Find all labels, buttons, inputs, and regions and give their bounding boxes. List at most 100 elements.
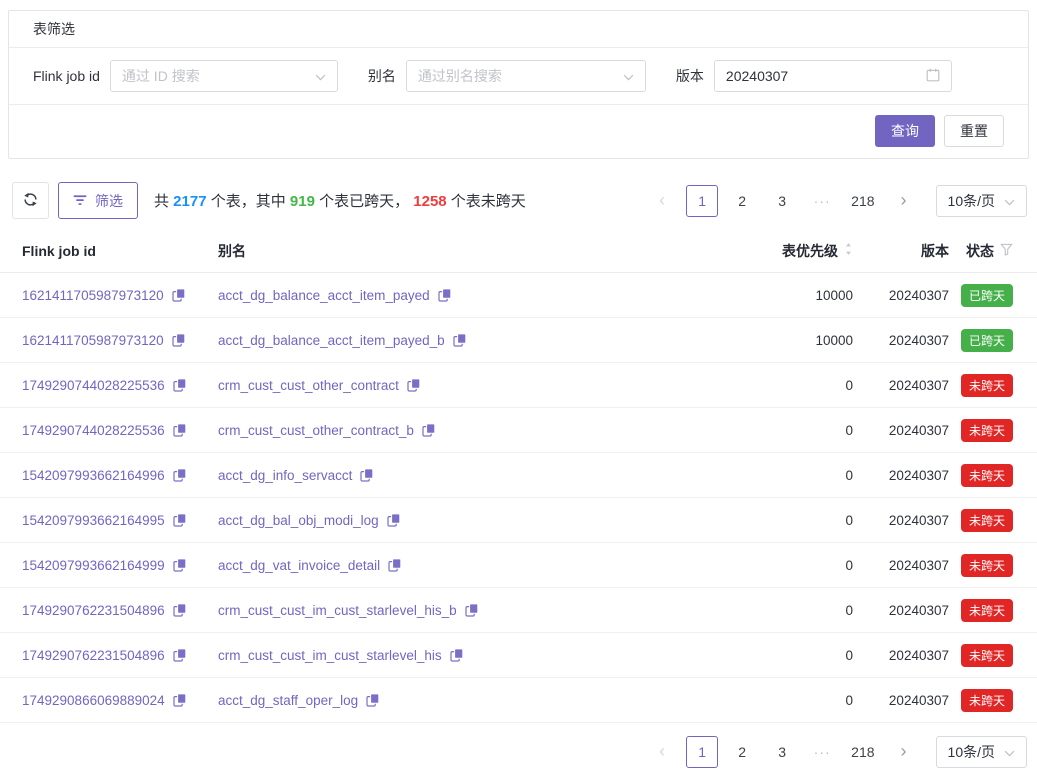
version-value: 20240307 (853, 603, 949, 618)
toolbar: 筛选 共 2177 个表，其中 919 个表已跨天， 1258 个表未跨天 ‹1… (12, 182, 1027, 219)
alias-link[interactable]: acct_dg_balance_acct_item_payed_b (218, 333, 445, 348)
filter-actions-row: 查询 重置 (9, 104, 1028, 158)
pagination-top: ‹123···218 › 10条/页 (646, 185, 1027, 217)
sort-carets-icon[interactable] (844, 242, 853, 259)
status-badge: 已跨天 (961, 284, 1013, 307)
job-id-placeholder: 通过 ID 搜索 (122, 66, 200, 86)
alias-link[interactable]: acct_dg_vat_invoice_detail (218, 558, 380, 573)
alias-link[interactable]: crm_cust_cust_other_contract (218, 378, 399, 393)
table-body: 1621411705987973120 acct_dg_balance_acct… (0, 273, 1037, 723)
page-size-select[interactable]: 10条/页 (936, 185, 1027, 217)
pagination-prev[interactable]: ‹ (646, 736, 678, 768)
pagination-ellipsis[interactable]: ··· (806, 736, 838, 768)
priority-value: 0 (707, 468, 853, 483)
summary-segment: 个表已跨天， (315, 193, 413, 210)
pagination-next[interactable]: › (888, 736, 920, 768)
copy-icon[interactable] (388, 558, 402, 572)
priority-value: 0 (707, 378, 853, 393)
pagination-page-218[interactable]: 218 (846, 185, 879, 217)
job-id-link[interactable]: 1542097993662164996 (22, 468, 165, 483)
page-size-select[interactable]: 10条/页 (936, 736, 1027, 768)
version-date-input[interactable]: 20240307 (714, 60, 952, 92)
pagination-prev[interactable]: ‹ (646, 185, 678, 217)
copy-icon[interactable] (173, 423, 187, 437)
copy-icon[interactable] (173, 693, 187, 707)
alias-link[interactable]: acct_dg_staff_oper_log (218, 693, 358, 708)
job-id-link[interactable]: 1749290744028225536 (22, 378, 165, 393)
version-value: 20240307 (853, 468, 949, 483)
alias-link[interactable]: acct_dg_balance_acct_item_payed (218, 288, 430, 303)
chevron-down-icon (315, 68, 326, 84)
copy-icon[interactable] (172, 288, 186, 302)
copy-icon[interactable] (360, 468, 374, 482)
table-row: 1621411705987973120 acct_dg_balance_acct… (0, 318, 1037, 363)
column-header-status-label: 状态 (966, 241, 994, 261)
copy-icon[interactable] (173, 558, 187, 572)
pagination-page-1[interactable]: 1 (686, 185, 718, 217)
copy-icon[interactable] (438, 288, 452, 302)
priority-value: 0 (707, 603, 853, 618)
pagination-page-3[interactable]: 3 (766, 185, 798, 217)
table-row: 1542097993662164999 acct_dg_vat_invoice_… (0, 543, 1037, 588)
job-id-select[interactable]: 通过 ID 搜索 (110, 60, 338, 92)
pagination-page-2[interactable]: 2 (726, 185, 758, 217)
alias-placeholder: 通过别名搜索 (418, 66, 502, 86)
table-row: 1749290762231504896 crm_cust_cust_im_cus… (0, 633, 1037, 678)
refresh-button[interactable] (12, 182, 49, 219)
status-badge: 未跨天 (961, 644, 1013, 667)
job-id-link[interactable]: 1749290762231504896 (22, 603, 165, 618)
pagination-ellipsis[interactable]: ··· (806, 185, 838, 217)
pagination-page-1[interactable]: 1 (686, 736, 718, 768)
version-value: 20240307 (853, 513, 949, 528)
alias-link[interactable]: crm_cust_cust_other_contract_b (218, 423, 414, 438)
alias-select[interactable]: 通过别名搜索 (406, 60, 646, 92)
filter-button-label: 筛选 (95, 191, 123, 211)
job-id-link[interactable]: 1749290866069889024 (22, 693, 165, 708)
priority-value: 0 (707, 558, 853, 573)
copy-icon[interactable] (387, 513, 401, 527)
version-label: 版本 (676, 66, 704, 86)
copy-icon[interactable] (173, 648, 187, 662)
status-badge: 未跨天 (961, 374, 1013, 397)
priority-value: 10000 (707, 288, 853, 303)
reset-button[interactable]: 重置 (944, 115, 1004, 147)
column-header-job-id: Flink job id (22, 243, 218, 259)
alias-link[interactable]: acct_dg_info_servacct (218, 468, 352, 483)
copy-icon[interactable] (172, 333, 186, 347)
copy-icon[interactable] (173, 513, 187, 527)
pagination-page-218[interactable]: 218 (846, 736, 879, 768)
copy-icon[interactable] (465, 603, 479, 617)
summary-segment: 共 (154, 193, 173, 210)
job-id-label: Flink job id (33, 68, 100, 84)
alias-link[interactable]: acct_dg_bal_obj_modi_log (218, 513, 379, 528)
status-badge: 未跨天 (961, 599, 1013, 622)
job-id-link[interactable]: 1542097993662164995 (22, 513, 165, 528)
status-badge: 未跨天 (961, 509, 1013, 532)
copy-icon[interactable] (366, 693, 380, 707)
copy-icon[interactable] (173, 468, 187, 482)
version-value: 20240307 (853, 333, 949, 348)
copy-icon[interactable] (453, 333, 467, 347)
alias-link[interactable]: crm_cust_cust_im_cust_starlevel_his_b (218, 603, 457, 618)
table-row: 1542097993662164995 acct_dg_bal_obj_modi… (0, 498, 1037, 543)
pagination-page-3[interactable]: 3 (766, 736, 798, 768)
job-id-link[interactable]: 1749290744028225536 (22, 423, 165, 438)
funnel-icon[interactable] (1000, 243, 1013, 259)
copy-icon[interactable] (450, 648, 464, 662)
pagination-page-2[interactable]: 2 (726, 736, 758, 768)
copy-icon[interactable] (173, 603, 187, 617)
filter-card: 表筛选 Flink job id 通过 ID 搜索 别名 通过别名搜索 版本 2… (8, 10, 1029, 159)
job-id-link[interactable]: 1542097993662164999 (22, 558, 165, 573)
job-id-link[interactable]: 1621411705987973120 (22, 288, 164, 303)
table-row: 1749290866069889024 acct_dg_staff_oper_l… (0, 678, 1037, 723)
pagination-next[interactable]: › (888, 185, 920, 217)
query-button[interactable]: 查询 (875, 115, 935, 147)
copy-icon[interactable] (422, 423, 436, 437)
job-id-link[interactable]: 1621411705987973120 (22, 333, 164, 348)
copy-icon[interactable] (407, 378, 421, 392)
job-id-link[interactable]: 1749290762231504896 (22, 648, 165, 663)
filter-button[interactable]: 筛选 (58, 182, 138, 219)
summary-segment: 个表，其中 (207, 193, 290, 210)
copy-icon[interactable] (173, 378, 187, 392)
alias-link[interactable]: crm_cust_cust_im_cust_starlevel_his (218, 648, 442, 663)
